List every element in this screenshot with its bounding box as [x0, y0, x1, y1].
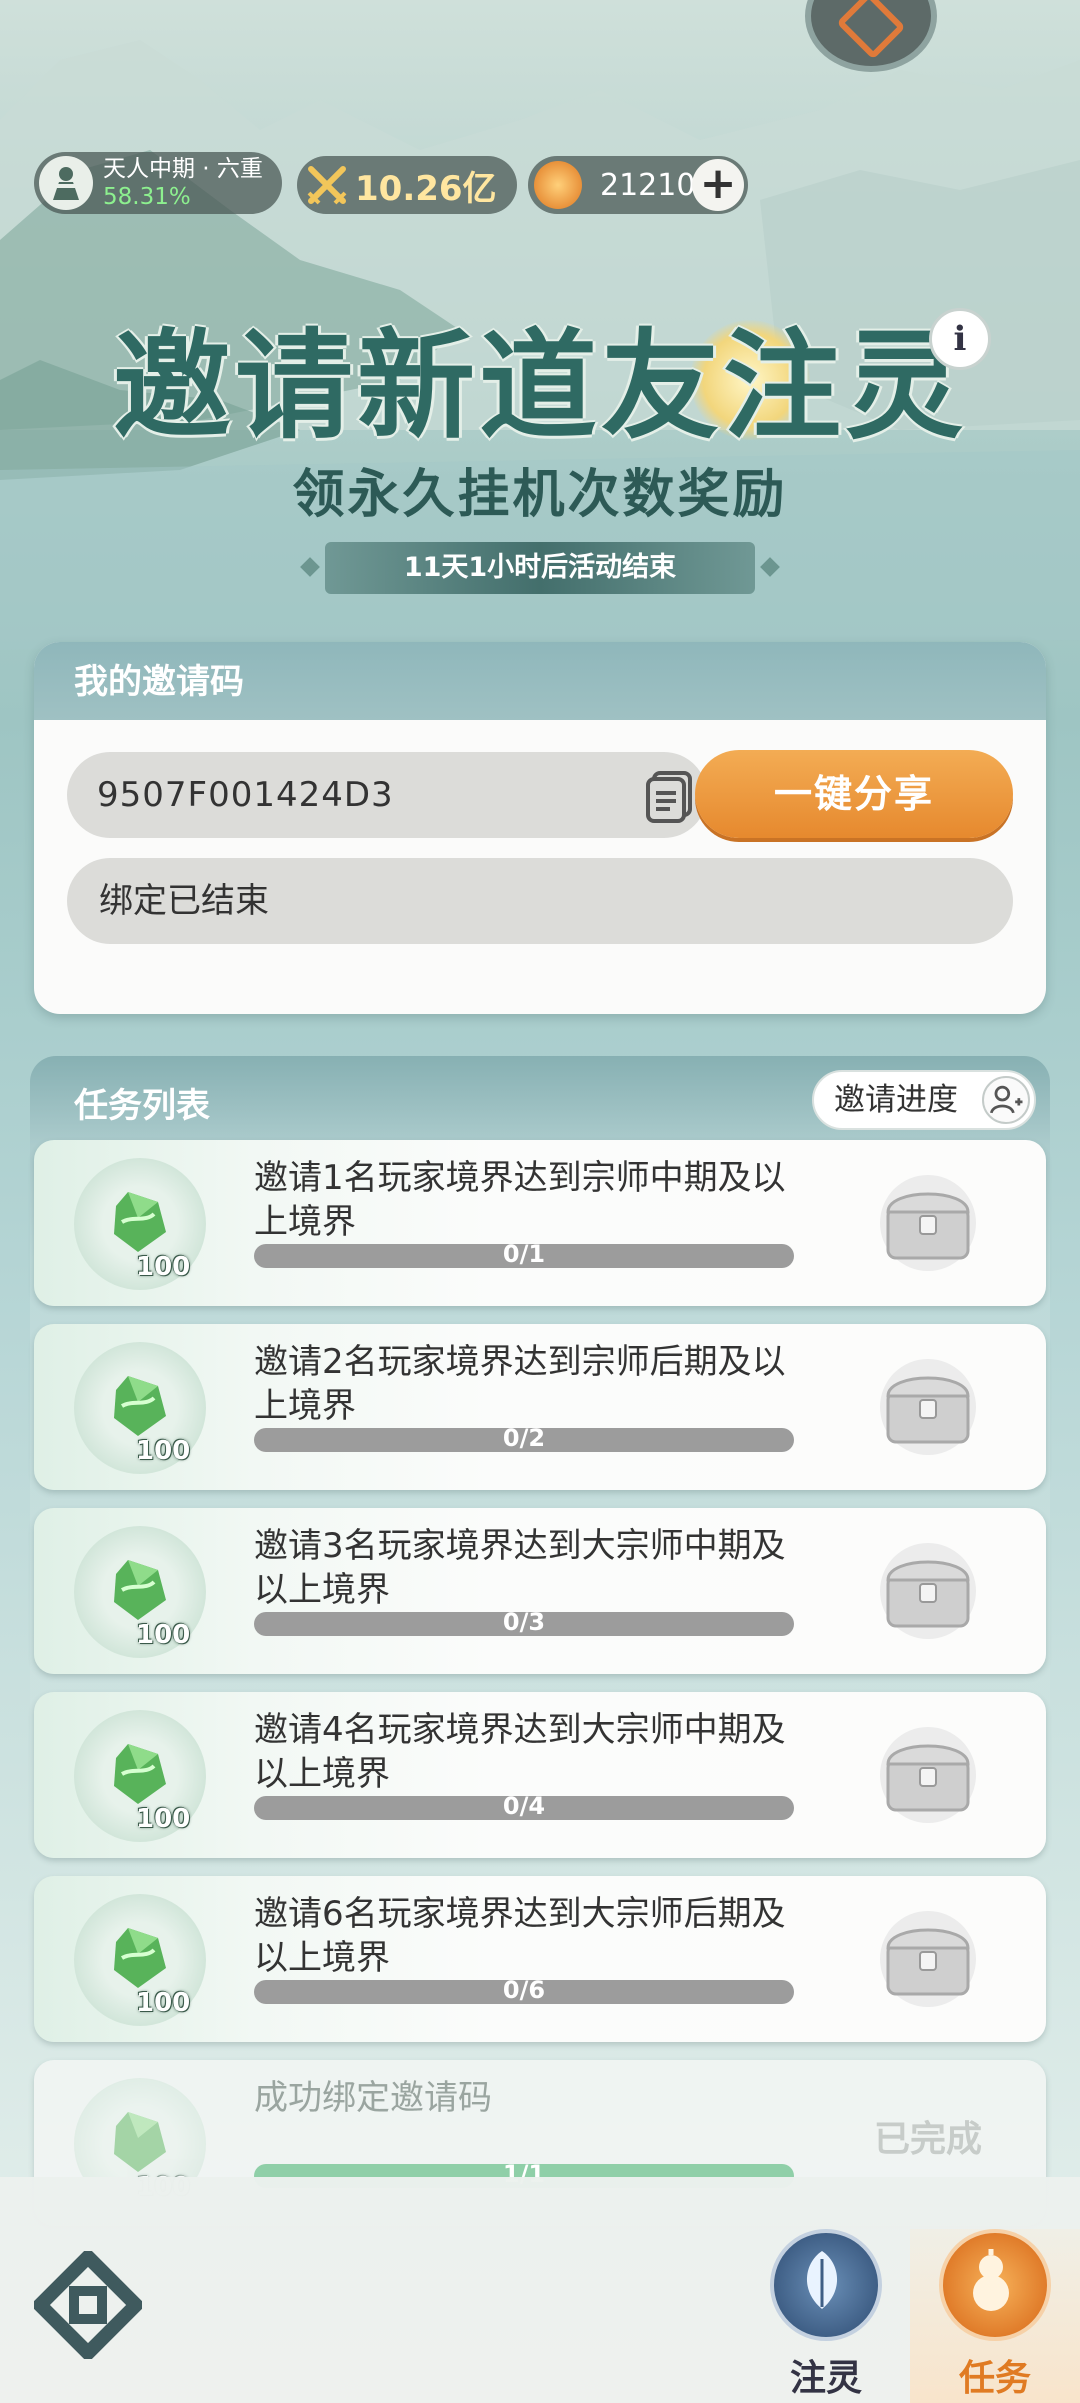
task-row: 100 邀请4名玩家境界达到大宗师中期及以上境界 0/4 — [34, 1692, 1046, 1858]
reward-slot[interactable]: 100 — [74, 1342, 206, 1474]
nav-task[interactable]: 任务 — [910, 2229, 1080, 2403]
reward-quantity: 100 — [136, 1988, 191, 2018]
reward-slot[interactable]: 100 — [74, 1158, 206, 1290]
invite-code-card: 我的邀请码 9507F001424D3 一键分享 绑定已结束 — [34, 642, 1046, 1014]
reward-quantity: 100 — [136, 1252, 191, 1282]
currency-value: 21210 — [600, 167, 696, 203]
bind-status-field: 绑定已结束 — [67, 858, 1013, 944]
invite-progress-button[interactable]: 邀请进度 — [812, 1070, 1036, 1130]
task-progress-bar: 0/6 — [254, 1976, 794, 2004]
task-progress-bar: 0/4 — [254, 1792, 794, 1820]
reward-slot[interactable]: 100 — [74, 1710, 206, 1842]
realm-name: 天人中期 · 六重 — [103, 156, 263, 182]
invite-progress-label: 邀请进度 — [834, 1082, 958, 1118]
task-progress-text: 0/6 — [502, 1976, 546, 2004]
task-progress-text: 0/4 — [502, 1792, 546, 1820]
task-row: 100 邀请3名玩家境界达到大宗师中期及以上境界 0/3 — [34, 1508, 1046, 1674]
task-description: 成功绑定邀请码 — [254, 2078, 492, 2118]
treasure-chest-icon[interactable] — [872, 1172, 984, 1274]
power-swords-icon — [307, 166, 347, 205]
nav-zhuling-label: 注灵 — [789, 2358, 862, 2399]
treasure-chest-icon[interactable] — [872, 1724, 984, 1826]
share-button[interactable]: 一键分享 — [695, 750, 1013, 838]
invite-code-value: 9507F001424D3 — [97, 775, 394, 815]
task-progress-text: 0/2 — [502, 1424, 546, 1452]
reward-quantity: 100 — [136, 1620, 191, 1650]
task-progress-text: 0/1 — [502, 1240, 546, 1268]
info-button[interactable]: i — [929, 308, 991, 370]
completed-label: 已完成 — [874, 2119, 983, 2160]
treasure-chest-icon[interactable] — [872, 1540, 984, 1642]
jade-gem-icon — [114, 1192, 166, 1252]
task-description: 邀请4名玩家境界达到大宗师中期及以上境界 — [254, 1710, 786, 1794]
task-progress-bar: 0/2 — [254, 1424, 794, 1452]
game-logo-icon[interactable] — [34, 2251, 142, 2359]
task-list-title: 任务列表 — [74, 1086, 210, 1126]
task-description: 邀请2名玩家境界达到宗师后期及以上境界 — [254, 1342, 786, 1426]
reward-quantity: 100 — [136, 1804, 191, 1834]
bottom-nav: 注灵 任务 — [0, 2177, 1080, 2403]
reward-quantity: 100 — [136, 1436, 191, 1466]
leaf-icon — [770, 2229, 882, 2341]
jade-gem-icon — [114, 1376, 166, 1436]
task-list-panel: 任务列表 邀请进度 100 邀请1名玩家境界达到宗师中期及以上境界 0/1 10… — [30, 1056, 1050, 2226]
task-description: 邀请3名玩家境界达到大宗师中期及以上境界 — [254, 1526, 786, 1610]
power-chip[interactable]: 10.26亿 — [297, 156, 517, 214]
person-add-icon — [982, 1076, 1030, 1124]
jade-gem-icon — [114, 1928, 166, 1988]
reward-slot[interactable]: 100 — [74, 1526, 206, 1658]
realm-status-chip[interactable]: 天人中期 · 六重 58.31% — [34, 152, 282, 214]
event-title: 邀请新道友注灵 — [112, 317, 967, 455]
task-description: 邀请1名玩家境界达到宗师中期及以上境界 — [254, 1158, 786, 1242]
task-row: 100 邀请6名玩家境界达到大宗师后期及以上境界 0/6 — [34, 1876, 1046, 2042]
copy-icon[interactable] — [644, 769, 696, 823]
realm-progress: 58.31% — [103, 184, 191, 210]
task-progress-bar: 0/1 — [254, 1240, 794, 1268]
reward-slot[interactable]: 100 — [74, 1894, 206, 2026]
event-subtitle: 领永久挂机次数奖励 — [292, 465, 788, 525]
add-currency-button[interactable]: + — [692, 159, 744, 211]
task-progress-bar: 0/3 — [254, 1608, 794, 1636]
invite-code-field: 9507F001424D3 — [67, 752, 707, 838]
currency-chip[interactable]: 21210 + — [528, 156, 748, 214]
treasure-chest-icon[interactable] — [872, 1908, 984, 2010]
realm-avatar-icon — [39, 156, 93, 210]
nav-task-label: 任务 — [958, 2358, 1031, 2399]
invite-code-header: 我的邀请码 — [34, 642, 1046, 720]
task-row: 100 邀请1名玩家境界达到宗师中期及以上境界 0/1 — [34, 1140, 1046, 1306]
task-row: 100 邀请2名玩家境界达到宗师后期及以上境界 0/2 — [34, 1324, 1046, 1490]
jade-gem-icon — [114, 1744, 166, 1804]
nav-zhuling[interactable]: 注灵 — [756, 2229, 896, 2403]
jade-gem-icon — [114, 1560, 166, 1620]
task-progress-text: 0/3 — [502, 1608, 546, 1636]
task-description: 邀请6名玩家境界达到大宗师后期及以上境界 — [254, 1894, 786, 1978]
treasure-chest-icon[interactable] — [872, 1356, 984, 1458]
coin-icon — [534, 161, 582, 209]
power-value: 10.26亿 — [355, 168, 497, 209]
gourd-icon — [939, 2229, 1051, 2341]
countdown-banner: 11天1小时后活动结束 — [325, 542, 755, 594]
jade-gem-icon — [114, 2112, 166, 2172]
